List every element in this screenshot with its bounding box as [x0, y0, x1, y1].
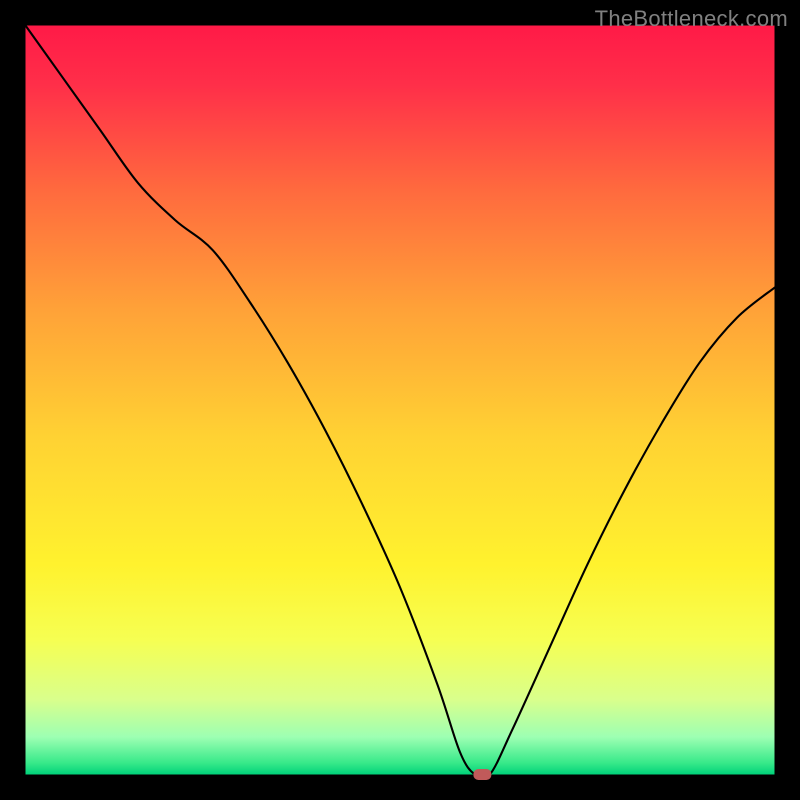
- chart-svg: [0, 0, 800, 800]
- watermark-text: TheBottleneck.com: [595, 6, 788, 32]
- bottleneck-chart: TheBottleneck.com: [0, 0, 800, 800]
- optimal-point-marker: [473, 769, 491, 780]
- chart-plot-area: [26, 26, 775, 775]
